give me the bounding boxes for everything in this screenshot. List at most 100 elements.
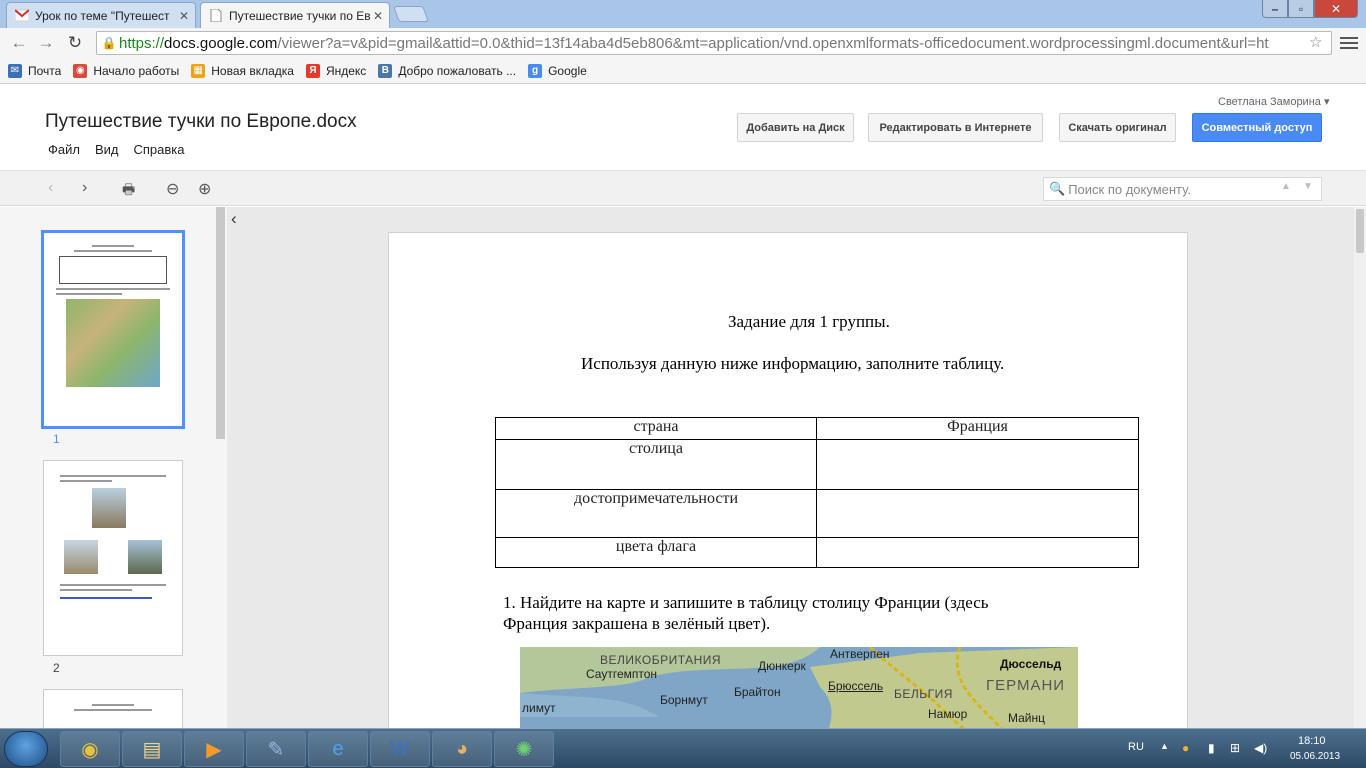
tab-close-icon[interactable]: ✕ [373, 9, 383, 23]
network-tray-icon[interactable]: ⊞ [1230, 741, 1240, 755]
bookmark-star-icon[interactable]: ☆ [1309, 33, 1322, 51]
chrome-menu-icon[interactable] [1340, 34, 1358, 52]
zoom-out-icon[interactable]: ⊖ [166, 179, 179, 199]
bookmark-item[interactable]: ✉ Почта [8, 63, 62, 78]
page-thumbnail-2[interactable] [43, 460, 183, 656]
bookmark-item[interactable]: ◉ Начало работы [73, 63, 179, 78]
table-cell [816, 489, 1139, 538]
address-bar[interactable]: 🔒 https:// docs.google.com /viewer?a=v&p… [96, 31, 1332, 55]
map-label: ГЕРМАНИ [986, 677, 1066, 694]
clock-time[interactable]: 18:10 [1298, 735, 1326, 747]
docs-menu-bar: Файл Вид Справка [48, 142, 200, 157]
map-label: Борнмут [660, 693, 708, 707]
gmail-icon [15, 9, 29, 22]
table-cell [816, 439, 1139, 490]
browser-toolbar: ← → ↻ 🔒 https:// docs.google.com /viewer… [0, 28, 1366, 58]
table-row: цвета флага [495, 537, 1139, 568]
close-window-button[interactable]: ✕ [1314, 0, 1358, 18]
document-icon [210, 9, 222, 22]
thumbnail-scrollbar[interactable] [216, 207, 225, 439]
back-arrow-icon[interactable]: ← [8, 32, 30, 54]
map-label: Саутгемптон [586, 667, 658, 681]
ie-icon[interactable]: e [308, 731, 368, 767]
search-prev-icon[interactable]: ▲ [1281, 181, 1291, 192]
search-placeholder: Поиск по документу. [1068, 181, 1191, 197]
tab-gmail-lesson[interactable]: Урок по теме "Путешест ✕ [6, 2, 196, 28]
menu-view[interactable]: Вид [95, 142, 119, 157]
thumbnail-panel: 1 2 [0, 207, 227, 728]
apps-grid-icon: ▦ [191, 63, 206, 78]
document-page: Задание для 1 группы. Используя данную н… [388, 232, 1188, 728]
language-indicator[interactable]: RU [1128, 741, 1144, 753]
bookmark-item[interactable]: g Google [528, 63, 587, 78]
thumb-text-line [60, 584, 166, 586]
table-row: страна Франция [495, 417, 1139, 440]
volume-icon[interactable]: ◀) [1254, 741, 1267, 755]
windows-taskbar: ◉ ▤ ▶ ✎ e W ◕ ✺ RU ▲ ● ▮ ⊞ ◀) 18:10 05.06.2013 [0, 728, 1366, 768]
start-button[interactable] [4, 731, 48, 767]
maximize-button[interactable]: ▫ [1288, 0, 1314, 18]
map-label: Антверпен [830, 647, 890, 661]
minimize-button[interactable]: – [1262, 0, 1288, 18]
docs-header: Путешествие тучки по Европе.docx Файл Ви… [0, 85, 1366, 170]
viewer-toolbar: ‹ › 🖶 ⊖ ⊕ 🔍 Поиск по документу. ▲ ▼ [0, 170, 1366, 206]
add-to-drive-button[interactable]: Добавить на Диск [737, 113, 854, 142]
explorer-folder-icon[interactable]: ▤ [122, 731, 182, 767]
map-label: Дюссельд [1000, 657, 1062, 671]
page-thumbnail-1[interactable] [41, 230, 185, 429]
thumb-text-line [74, 250, 152, 252]
page-thumbnail-3[interactable] [43, 689, 183, 728]
thumb-text-line [56, 288, 170, 290]
menu-file[interactable]: Файл [48, 142, 80, 157]
paint-palette-icon[interactable]: ◕ [432, 731, 492, 767]
map-label: Брайтон [734, 685, 781, 699]
chrome-icon[interactable]: ◉ [60, 731, 120, 767]
chrome-icon: ◉ [73, 63, 88, 78]
bookmark-item[interactable]: В Добро пожаловать ... [378, 63, 516, 78]
tab-document[interactable]: Путешествие тучки по Ев ✕ [200, 2, 390, 28]
thumb-photo [64, 540, 98, 574]
task-table: страна Франция столица достопримечательн… [495, 417, 1139, 568]
thumb-photo [128, 540, 162, 574]
print-icon[interactable]: 🖶 [122, 179, 135, 203]
vk-icon: В [378, 63, 393, 78]
tray-app-icon[interactable]: ● [1182, 741, 1189, 755]
thumb-map-image [66, 299, 160, 387]
tab-title: Урок по теме "Путешест [35, 8, 170, 23]
bookmarks-bar: ✉ Почта ◉ Начало работы ▦ Новая вкладка Я Яндек… [0, 58, 1366, 84]
system-tray: RU ▲ ● ▮ ⊞ ◀) 18:10 05.06.2013 [1120, 729, 1366, 768]
edit-online-button[interactable]: Редактировать в Интернете [868, 113, 1043, 142]
bookmark-item[interactable]: Я Яндекс [305, 63, 366, 78]
user-account-menu[interactable]: Светлана Заморина ▾ [1218, 95, 1330, 108]
share-button[interactable]: Совместный доступ [1192, 113, 1322, 142]
media-player-icon[interactable]: ▶ [184, 731, 244, 767]
bookmark-label: Почта [28, 63, 62, 78]
thumb-text-line [74, 709, 152, 711]
menu-help[interactable]: Справка [134, 142, 185, 157]
tray-expand-icon[interactable]: ▲ [1160, 741, 1169, 751]
collapse-panel-icon[interactable]: ‹ [231, 209, 237, 229]
bookmark-item[interactable]: ▦ Новая вкладка [191, 63, 294, 78]
word-icon[interactable]: W [370, 731, 430, 767]
new-tab-button[interactable] [393, 6, 429, 22]
network-icon[interactable]: ✺ [494, 731, 554, 767]
thumb-text-line [60, 589, 132, 591]
main-scrollbar[interactable] [1354, 207, 1366, 728]
zoom-in-icon[interactable]: ⊕ [198, 179, 211, 199]
download-original-button[interactable]: Скачать оригинал [1059, 113, 1176, 142]
next-page-icon[interactable]: › [82, 179, 87, 197]
tab-close-icon[interactable]: ✕ [179, 9, 189, 23]
search-next-icon[interactable]: ▼ [1303, 181, 1313, 192]
table-cell: Франция [816, 417, 1139, 440]
table-row: столица [495, 439, 1139, 490]
scrollbar-thumb[interactable] [1356, 209, 1364, 253]
reload-icon[interactable]: ↻ [64, 32, 86, 54]
thumb-link-line [60, 597, 152, 599]
battery-icon[interactable]: ▮ [1208, 741, 1215, 755]
paint-tools-icon[interactable]: ✎ [246, 731, 306, 767]
clock-date[interactable]: 05.06.2013 [1290, 751, 1340, 762]
thumb-text-line [60, 475, 166, 477]
bookmark-label: Google [548, 63, 587, 78]
forward-arrow-icon[interactable]: → [35, 32, 57, 54]
prev-page-icon[interactable]: ‹ [48, 179, 53, 197]
